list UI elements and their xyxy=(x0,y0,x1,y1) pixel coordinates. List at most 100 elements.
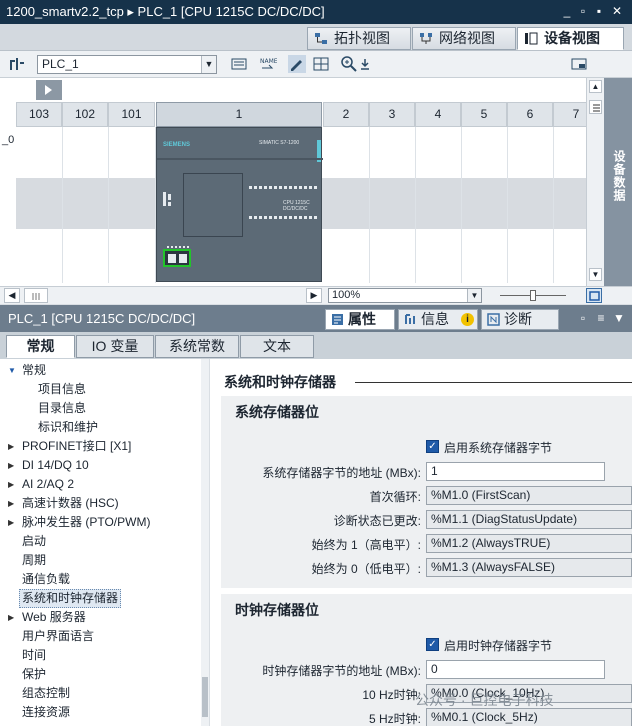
device-data-side-tab[interactable]: 设备数据 xyxy=(604,78,632,286)
slot-header: 2 xyxy=(323,102,369,127)
system-address-input[interactable]: 1 xyxy=(426,462,605,481)
nav-scrollbar[interactable] xyxy=(201,359,209,726)
inspector-subtab-bar: 常规 IO 变量 系统常数 文本 xyxy=(0,332,632,359)
device-select-value: PLC_1 xyxy=(42,57,79,71)
diag-status-label: 诊断状态已更改: xyxy=(333,514,421,528)
scroll-thumb[interactable] xyxy=(24,288,48,303)
tab-topology-view[interactable]: 拓扑视图 xyxy=(307,27,411,50)
nav-item[interactable]: 通信负载 xyxy=(22,570,70,589)
minimize-button[interactable]: _ xyxy=(560,4,574,18)
expand-right-icon[interactable]: ▶ xyxy=(8,518,14,527)
name-icon[interactable]: NAME xyxy=(259,55,278,73)
enable-system-memory-checkbox[interactable]: ✓ xyxy=(426,440,439,453)
device-horizontal-scrollbar[interactable]: ◀ ▶ 100% ▼ xyxy=(0,286,632,304)
expand-right-icon[interactable]: ▶ xyxy=(8,480,14,489)
subtab-io-tags[interactable]: IO 变量 xyxy=(76,335,154,358)
expand-right-icon[interactable]: ▶ xyxy=(8,461,14,470)
always-false-value: %M1.3 (AlwaysFALSE) xyxy=(426,558,632,577)
property-nav-tree: ▼ 常规 项目信息 目录信息 标识和维护 ▶ PROFINET接口 [X1] ▶ DI 14/D… xyxy=(0,359,209,726)
nav-item[interactable]: 组态控制 xyxy=(22,684,70,703)
enable-system-memory-label: 启用系统存储器字节 xyxy=(444,441,553,455)
collapse-inspector-icon[interactable]: ▼ xyxy=(612,311,626,325)
expand-right-icon[interactable]: ▶ xyxy=(8,442,14,451)
nav-scroll-thumb[interactable] xyxy=(202,677,208,717)
nav-item[interactable]: 连接资源 xyxy=(22,703,70,722)
tab-topology-label: 拓扑视图 xyxy=(334,30,390,46)
nav-item[interactable]: 常规 xyxy=(22,361,46,380)
nav-item[interactable]: 脉冲发生器 (PTO/PWM) xyxy=(22,513,150,532)
diagnostics-icon xyxy=(487,313,500,326)
nav-item[interactable]: 周期 xyxy=(22,551,46,570)
tab-device-view[interactable]: 设备视图 xyxy=(517,27,624,50)
cpu-module[interactable]: SIEMENS SIMATIC S7-1200 CPU 1215C DC/DC/… xyxy=(156,127,323,282)
nav-item[interactable]: 高速计数器 (HSC) xyxy=(22,494,119,513)
view-tab-bar: 拓扑视图 网络视图 设备视图 xyxy=(0,24,632,51)
topology-icon xyxy=(315,33,327,44)
enable-clock-memory-checkbox[interactable]: ✓ xyxy=(426,638,439,651)
subtab-system-constants[interactable]: 系统常数 xyxy=(155,335,239,358)
tab-properties[interactable]: 属性 xyxy=(325,309,395,330)
expand-right-icon[interactable]: ▶ xyxy=(8,613,14,622)
fit-view-icon[interactable] xyxy=(586,288,602,303)
first-scan-label: 首次循环: xyxy=(369,490,421,504)
nav-item[interactable]: 系统和时钟存储器 xyxy=(19,589,122,608)
tab-device-label: 设备视图 xyxy=(544,30,600,46)
properties-icon xyxy=(332,314,343,325)
chevron-down-icon: ▼ xyxy=(201,56,216,73)
device-select[interactable]: PLC_1 ▼ xyxy=(37,55,217,74)
overview-icon[interactable] xyxy=(570,55,588,73)
tab-network-view[interactable]: 网络视图 xyxy=(412,27,516,50)
subtab-general[interactable]: 常规 xyxy=(6,335,75,358)
rack-expand-button[interactable] xyxy=(36,80,62,100)
inspector-title: PLC_1 [CPU 1215C DC/DC/DC] xyxy=(8,311,196,326)
clock-address-input[interactable]: 0 xyxy=(426,660,605,679)
scroll-right-button[interactable]: ▶ xyxy=(306,288,322,303)
pen-icon[interactable] xyxy=(288,55,306,73)
network-tool-icon[interactable] xyxy=(8,55,26,73)
menu-icon[interactable] xyxy=(589,100,602,114)
zoom-slider-thumb[interactable] xyxy=(530,290,536,301)
maximize-button[interactable]: ▪ xyxy=(592,4,606,18)
nav-item[interactable]: DI 14/DQ 10 xyxy=(22,456,89,475)
nav-item[interactable]: Web 服务器 xyxy=(22,608,86,627)
nav-item[interactable]: 启动 xyxy=(22,532,46,551)
nav-item[interactable]: 用户界面语言 xyxy=(22,627,94,646)
nav-item[interactable]: 时间 xyxy=(22,646,46,665)
always-false-label: 始终为 0（低电平）: xyxy=(311,562,421,576)
download-icon[interactable] xyxy=(356,55,374,73)
zoom-value: 100% xyxy=(332,289,361,301)
grid-icon[interactable] xyxy=(312,55,330,73)
device-canvas[interactable]: _0 103 102 101 1 2 3 4 5 6 7 SIEMENS SIM… xyxy=(0,78,604,286)
restore-inspector-icon[interactable]: ▫ xyxy=(576,311,590,325)
system-address-label: 系统存储器字节的地址 (MBx): xyxy=(262,466,421,480)
info-icon xyxy=(405,314,415,324)
tab-info[interactable]: 信息 i xyxy=(398,309,478,330)
watermark: 公众号 · 巨控电子科技 xyxy=(415,692,554,708)
close-button[interactable]: ✕ xyxy=(610,4,624,18)
device-data-label: 设备数据 xyxy=(612,150,626,202)
restore-button[interactable]: ▫ xyxy=(576,4,590,18)
nav-item[interactable]: AI 2/AQ 2 xyxy=(22,475,74,494)
tab-network-label: 网络视图 xyxy=(439,30,495,46)
slot-header: 3 xyxy=(369,102,415,127)
tab-diagnostics[interactable]: 诊断 xyxy=(481,309,559,330)
nav-item[interactable]: PROFINET接口 [X1] xyxy=(22,437,131,456)
expand-right-icon[interactable]: ▶ xyxy=(8,499,14,508)
scroll-left-button[interactable]: ◀ xyxy=(4,288,20,303)
subtab-texts[interactable]: 文本 xyxy=(240,335,314,358)
rack-row-label: _0 xyxy=(2,134,15,146)
profinet-port[interactable] xyxy=(163,249,191,267)
nav-item[interactable]: 目录信息 xyxy=(38,399,86,418)
section-title: 系统和时钟存储器 xyxy=(224,374,336,390)
expand-down-icon[interactable]: ▼ xyxy=(8,366,16,375)
nav-item[interactable]: 保护 xyxy=(22,665,46,684)
property-content: 系统和时钟存储器 系统存储器位 ✓ 启用系统存储器字节 系统存储器字节的地址 (… xyxy=(210,359,632,726)
show-tags-icon[interactable] xyxy=(230,55,248,73)
network-icon xyxy=(420,33,432,44)
menu-icon[interactable]: ≡ xyxy=(594,311,608,325)
device-vertical-scrollbar[interactable]: ▲ ▼ xyxy=(586,78,604,286)
zoom-select[interactable]: 100% ▼ xyxy=(328,288,482,303)
nav-item[interactable]: 项目信息 xyxy=(38,380,86,399)
tab-info-label: 信息 xyxy=(421,311,449,327)
nav-item[interactable]: 标识和维护 xyxy=(38,418,98,437)
